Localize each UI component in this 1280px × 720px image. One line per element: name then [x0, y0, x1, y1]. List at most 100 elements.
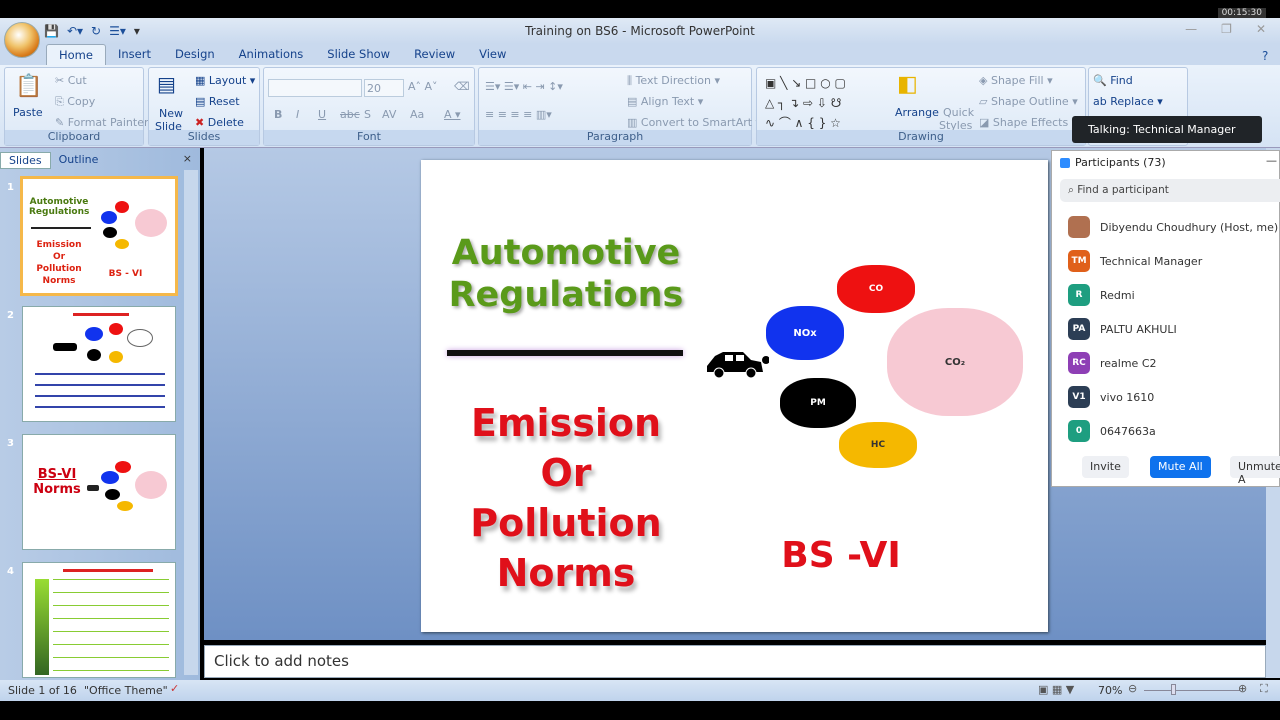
slide-canvas[interactable]: Automotive Regulations Emission Or Pollu… — [421, 160, 1048, 632]
mute-all-button[interactable]: Mute All — [1150, 456, 1211, 478]
convert-smartart-button[interactable]: ▥ Convert to SmartArt ▾ — [627, 116, 761, 129]
font-name-select[interactable] — [268, 79, 362, 97]
align-text-button[interactable]: ▤ Align Text ▾ — [627, 95, 703, 108]
tab-review[interactable]: Review — [402, 44, 467, 65]
slide-thumbnail-4[interactable] — [22, 562, 176, 678]
arrange-icon[interactable]: ◧ — [897, 72, 918, 97]
zoom-slider[interactable] — [1144, 690, 1240, 691]
minimize-icon[interactable]: — — [1185, 22, 1197, 36]
find-button[interactable]: 🔍 Find — [1093, 74, 1133, 87]
arrange-button[interactable]: Arrange — [895, 106, 939, 119]
tab-outline[interactable]: Outline — [51, 152, 107, 169]
thumb-text: Regulations — [29, 207, 90, 217]
invite-button[interactable]: Invite — [1082, 456, 1129, 478]
char-spacing-button[interactable]: AV — [382, 108, 396, 121]
avatar: V1 — [1068, 386, 1090, 408]
thumb-text: BS - VI — [108, 269, 143, 279]
participant-row[interactable]: Dibyendu Choudhury (Host, me) — [1068, 216, 1278, 238]
bold-button[interactable]: B — [274, 108, 282, 121]
redo-icon[interactable]: ↻ — [91, 24, 101, 38]
align-text-label: Align Text — [640, 95, 695, 108]
restore-icon[interactable]: ❐ — [1221, 22, 1232, 36]
tab-view[interactable]: View — [467, 44, 518, 65]
close-icon[interactable]: ✕ — [1256, 22, 1266, 36]
bullets-icon[interactable]: ☰▾ — [109, 24, 126, 38]
ribbon-tabs: Home Insert Design Animations Slide Show… — [0, 44, 1280, 65]
underline-button[interactable]: U — [318, 108, 326, 121]
slide-counter: Slide 1 of 16 — [8, 684, 77, 697]
shape-fill-button[interactable]: ◈ Shape Fill ▾ — [979, 74, 1053, 87]
participant-row[interactable]: TM Technical Manager — [1068, 250, 1202, 272]
font-size-select[interactable]: 20 — [364, 79, 404, 97]
shape-effects-button[interactable]: ◪ Shape Effects ▾ — [979, 116, 1077, 129]
participant-name: Technical Manager — [1100, 254, 1203, 268]
slide-body-line: Norms — [496, 551, 636, 595]
participant-row[interactable]: 0 0647663a — [1068, 420, 1156, 442]
participant-row[interactable]: V1 vivo 1610 — [1068, 386, 1154, 408]
paste-icon[interactable]: 📋 — [15, 74, 42, 99]
zoom-out-icon[interactable]: ⊖ — [1128, 682, 1137, 695]
format-painter-button[interactable]: ✎ Format Painter — [55, 116, 149, 129]
tab-slides[interactable]: Slides — [0, 152, 51, 169]
fit-window-icon[interactable]: ⛶ — [1260, 682, 1268, 696]
text-direction-label: Text Direction — [635, 74, 711, 87]
save-icon[interactable]: 💾 — [44, 24, 59, 38]
font-color-button[interactable]: A ▾ — [444, 108, 461, 121]
minimize-panel-icon[interactable]: — — [1266, 154, 1277, 167]
shape-outline-button[interactable]: ▱ Shape Outline ▾ — [979, 95, 1078, 108]
quick-styles-button[interactable]: Quick — [943, 106, 974, 119]
zoom-in-icon[interactable]: ⊕ — [1238, 682, 1247, 695]
office-button[interactable] — [4, 22, 40, 58]
thumbnail-scrollbar[interactable] — [184, 170, 198, 675]
find-participant-input[interactable]: ⌕ Find a participant — [1060, 179, 1280, 202]
find-label: Find — [1110, 74, 1133, 87]
participant-row[interactable]: R Redmi — [1068, 284, 1135, 306]
thumb-number: 1 — [7, 182, 14, 193]
notes-pane[interactable]: Click to add notes — [204, 645, 1266, 678]
paragraph-group: ☰▾ ☰▾ ⇤ ⇥ ↕▾ ≡ ≡ ≡ ≡ ▥▾ ⫼ Text Direction… — [478, 67, 761, 146]
thumb-text: Pollution — [36, 264, 82, 274]
spellcheck-icon[interactable]: ✓ — [170, 682, 179, 695]
clear-formatting-icon[interactable]: ⌫ — [454, 80, 470, 93]
new-slide-button[interactable]: New — [159, 107, 183, 120]
bullets-icon[interactable]: ☰▾ ☰▾ ⇤ ⇥ ↕▾ — [485, 80, 563, 93]
thumb-text: Automotive — [29, 197, 89, 207]
zoom-level[interactable]: 70% — [1098, 684, 1122, 697]
layout-button[interactable]: ▦ Layout ▾ — [195, 74, 255, 87]
thumb-number: 3 — [7, 438, 14, 449]
change-case-button[interactable]: Aa — [410, 108, 424, 121]
help-icon[interactable]: ? — [1262, 49, 1268, 63]
italic-button[interactable]: I — [296, 108, 299, 121]
tab-insert[interactable]: Insert — [106, 44, 163, 65]
slide-thumbnail-2[interactable] — [22, 306, 176, 422]
zoom-slider-thumb[interactable] — [1171, 684, 1176, 695]
text-direction-button[interactable]: ⫼ Text Direction ▾ — [627, 74, 720, 88]
paste-button[interactable]: Paste — [13, 106, 43, 119]
view-buttons[interactable]: ▣ ▦ ▼ — [1038, 683, 1074, 696]
grow-font-icon[interactable]: A˄ A˅ — [408, 80, 438, 93]
tab-animations[interactable]: Animations — [227, 44, 316, 65]
slide-thumbnail-1[interactable]: Automotive Regulations Emission Or Pollutio… — [20, 176, 178, 296]
align-icons[interactable]: ≡ ≡ ≡ ≡ ▥▾ — [485, 108, 552, 121]
delete-button[interactable]: ✖ Delete — [195, 116, 244, 129]
undo-icon[interactable]: ↶▾ — [67, 24, 83, 38]
strikethrough-button[interactable]: abc — [340, 108, 360, 121]
unmute-all-button[interactable]: Unmute A — [1230, 456, 1280, 486]
participant-row[interactable]: RC realme C2 — [1068, 352, 1157, 374]
cut-button[interactable]: ✂ Cut — [55, 74, 87, 87]
slide-thumbnail-3[interactable]: BS-VI Norms — [22, 434, 176, 550]
tab-design[interactable]: Design — [163, 44, 227, 65]
reset-button[interactable]: ▤ Reset — [195, 95, 240, 108]
customize-qat-icon[interactable]: ▾ — [134, 24, 140, 38]
shadow-button[interactable]: S — [364, 108, 371, 121]
participant-row[interactable]: PA PALTU AKHULI — [1068, 318, 1177, 340]
tab-home[interactable]: Home — [46, 44, 106, 65]
close-panel-icon[interactable]: × — [175, 152, 200, 169]
replace-button[interactable]: ab Replace ▾ — [1093, 95, 1163, 108]
thumbnail-list: 1 Automotive Regulations Emission Or Pollut… — [0, 176, 184, 678]
new-slide-icon[interactable]: ▤ — [157, 72, 176, 96]
copy-button[interactable]: ⎘ Copy — [55, 95, 95, 109]
tab-slide-show[interactable]: Slide Show — [315, 44, 402, 65]
cloud-co: CO — [837, 265, 915, 313]
shapes-gallery[interactable]: ▣ ╲ ↘ □ ○ ▢ △ ┐ ↴ ⇨ ⇩ ☋ ∿ ⌒ ∧ { } ☆ — [765, 73, 885, 133]
